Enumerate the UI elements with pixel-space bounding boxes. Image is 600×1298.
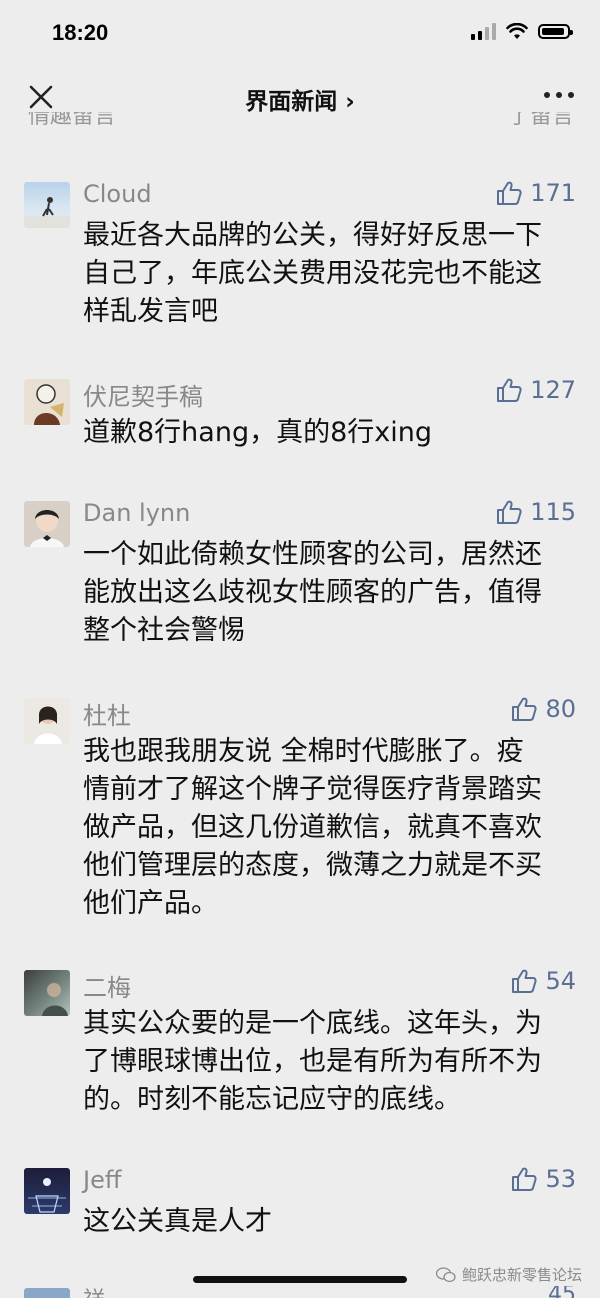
thumbs-up-icon	[497, 378, 522, 402]
comment-line: 一个如此倚赖女性顾客的公司，居然还	[83, 539, 542, 570]
like-button[interactable]: 115	[496, 498, 576, 526]
like-count: 54	[545, 967, 576, 995]
avatar[interactable]	[24, 698, 70, 744]
comment-line: 这公关真是人才	[83, 1206, 272, 1237]
avatar[interactable]	[24, 1168, 70, 1214]
partial-top-left: 情趣留言	[28, 112, 117, 129]
thumbs-up-icon	[512, 697, 538, 721]
comment-text: 这公关真是人才	[83, 1203, 583, 1241]
wechat-icon	[435, 1266, 456, 1282]
like-count: 115	[530, 498, 576, 526]
partial-top-right: 了留言	[507, 112, 574, 129]
comment-text: 一个如此倚赖女性顾客的公司，居然还 能放出这么歧视女性顾客的广告，值得 整个社会…	[83, 536, 583, 650]
comment-line: 能放出这么歧视女性顾客的广告，值得	[83, 577, 542, 608]
battery-icon	[538, 23, 573, 39]
comment-author[interactable]: Jeff	[83, 1166, 121, 1194]
comment-author[interactable]: 祥	[83, 1286, 105, 1298]
thumbs-up-icon	[512, 969, 538, 993]
comment-author[interactable]: Dan lynn	[83, 499, 190, 527]
comment-line: 其实公众要的是一个底线。这年头，为	[83, 1008, 542, 1039]
signal-icon	[471, 22, 496, 40]
comment-text: 其实公众要的是一个底线。这年头，为 了博眼球博出位，也是有所为有所不为 的。时刻…	[83, 1005, 583, 1119]
home-indicator[interactable]	[193, 1276, 407, 1283]
like-count: 171	[530, 179, 576, 207]
comment-line: 他们管理层的态度，微薄之力就是不买	[83, 850, 542, 881]
like-button[interactable]: 80	[511, 695, 576, 723]
like-count: 127	[530, 376, 576, 404]
comment-text: 最近各大品牌的公关，得好好反思一下 自己了，年底公关费用没花完也不能这 样乱发言…	[83, 217, 583, 331]
status-icons	[471, 22, 573, 40]
like-button[interactable]: 54	[511, 967, 576, 995]
comment-line: 的。时刻不能忘记应守的底线。	[83, 1084, 461, 1115]
avatar[interactable]	[24, 1288, 70, 1298]
avatar[interactable]	[24, 501, 70, 547]
status-bar: 18:20	[0, 0, 600, 64]
comment-line: 我也跟我朋友说 全棉时代膨胀了。疫	[83, 736, 524, 767]
wifi-icon	[506, 22, 528, 39]
comment-line: 最近各大品牌的公关，得好好反思一下	[83, 220, 542, 251]
comment-line: 样乱发言吧	[83, 296, 218, 327]
thumbs-up-icon	[497, 500, 522, 524]
thumbs-up-icon	[512, 1167, 538, 1191]
like-count: 45	[548, 1286, 576, 1298]
comment-text: 道歉8行hang，真的8行xing	[83, 414, 583, 452]
comment-line: 自己了，年底公关费用没花完也不能这	[83, 258, 542, 289]
comment-line: 他们产品。	[83, 888, 218, 919]
comment-line: 整个社会警惕	[83, 615, 245, 646]
watermark-text: 鲍跃忠新零售论坛	[461, 1266, 582, 1284]
watermark: 鲍跃忠新零售论坛	[435, 1264, 582, 1285]
comment-text: 我也跟我朋友说 全棉时代膨胀了。疫 情前才了解这个牌子觉得医疗背景踏实 做产品，…	[83, 733, 583, 923]
thumbs-up-icon	[497, 181, 522, 205]
like-button[interactable]: 171	[496, 179, 576, 207]
like-count: 80	[545, 695, 576, 723]
avatar[interactable]	[24, 970, 70, 1016]
comment-line: 做产品，但这几份道歉信，就真不喜欢	[83, 812, 542, 843]
more-icon[interactable]	[544, 92, 574, 98]
comment-author[interactable]: 杜杜	[83, 696, 131, 731]
like-button[interactable]: 53	[511, 1165, 576, 1193]
comment-author[interactable]: Cloud	[83, 180, 152, 208]
partial-comment-top: 情趣留言 了留言	[0, 112, 600, 134]
comment-author[interactable]: 伏尼契手稿	[83, 377, 203, 412]
comment-line: 道歉8行hang，真的8行xing	[83, 417, 432, 448]
avatar[interactable]	[24, 182, 70, 228]
nav-title[interactable]: 界面新闻 ›	[0, 82, 600, 116]
status-time: 18:20	[52, 20, 109, 45]
partial-comment-bottom: 祥 45	[0, 1286, 600, 1298]
comment-line: 情前才了解这个牌子觉得医疗背景踏实	[83, 774, 542, 805]
like-button[interactable]: 127	[496, 376, 576, 404]
like-count: 53	[545, 1165, 576, 1193]
avatar[interactable]	[24, 379, 70, 425]
comment-author[interactable]: 二梅	[83, 968, 131, 1003]
comment-line: 了博眼球博出位，也是有所为有所不为	[83, 1046, 542, 1077]
